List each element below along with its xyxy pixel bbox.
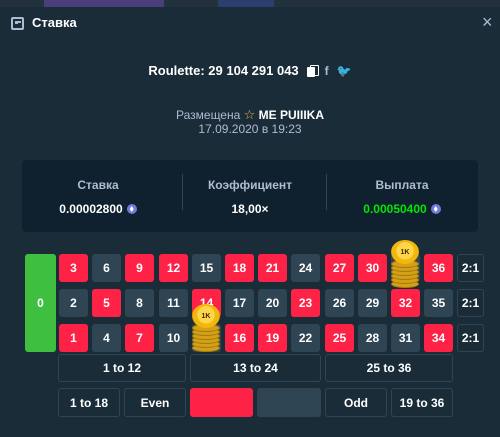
column-bet-middle[interactable]: 2:1 xyxy=(457,289,484,317)
roulette-board: 0 2:1 2:1 2:1 1 to 12 13 to 24 25 to 36 … xyxy=(0,240,500,437)
number-cell-30[interactable]: 30 xyxy=(358,254,387,282)
multiplier-amount: 18,00× xyxy=(231,202,269,216)
placed-by: Размещена ☆ ME PUIIIKA xyxy=(0,107,500,123)
banner-thumb xyxy=(44,0,164,7)
copy-icon[interactable] xyxy=(306,64,319,77)
chip-stack: 1K xyxy=(192,304,220,352)
number-cell-27[interactable]: 27 xyxy=(325,254,354,282)
placed-label: Размещена xyxy=(176,108,241,122)
banner-thumb xyxy=(218,0,274,7)
even-bet-button[interactable]: Even xyxy=(124,388,186,417)
number-cell-26[interactable]: 26 xyxy=(325,289,354,317)
facebook-icon[interactable]: f xyxy=(325,64,329,78)
game-id-line: Roulette: 29 104 291 043 f 🐦 xyxy=(0,63,500,83)
number-cell-35[interactable]: 35 xyxy=(424,289,453,317)
number-cell-28[interactable]: 28 xyxy=(358,324,387,352)
number-cell-3[interactable]: 3 xyxy=(59,254,88,282)
number-cell-5[interactable]: 5 xyxy=(92,289,121,317)
top-strip xyxy=(0,0,500,7)
red-bet-button[interactable] xyxy=(190,388,253,417)
number-cell-7[interactable]: 7 xyxy=(125,324,154,352)
modal-header: Ставка × xyxy=(0,7,500,40)
game-id: Roulette: 29 104 291 043 xyxy=(148,63,299,78)
number-cell-6[interactable]: 6 xyxy=(92,254,121,282)
placed-date: 17.09.2020 в 19:23 xyxy=(198,122,302,136)
column-bet-top[interactable]: 2:1 xyxy=(457,254,484,282)
eth-coin-icon xyxy=(126,204,137,214)
number-cell-23[interactable]: 23 xyxy=(291,289,320,317)
number-cell-11[interactable]: 11 xyxy=(159,289,188,317)
black-bet-button[interactable] xyxy=(257,388,321,417)
bet-amount: 0.00002800 xyxy=(59,202,123,216)
number-cell-0[interactable]: 0 xyxy=(25,254,56,352)
number-cell-8[interactable]: 8 xyxy=(125,289,154,317)
number-cell-21[interactable]: 21 xyxy=(258,254,287,282)
number-cell-17[interactable]: 17 xyxy=(225,289,254,317)
number-cell-24[interactable]: 24 xyxy=(291,254,320,282)
multiplier-value: 18,00× xyxy=(231,202,268,216)
number-cell-22[interactable]: 22 xyxy=(291,324,320,352)
low-bet-button[interactable]: 1 to 18 xyxy=(58,388,120,417)
number-cell-29[interactable]: 29 xyxy=(358,289,387,317)
bet-label: Ставка xyxy=(77,178,119,192)
odd-bet-button[interactable]: Odd xyxy=(325,388,387,417)
number-cell-31[interactable]: 31 xyxy=(391,324,420,352)
number-cell-36[interactable]: 36 xyxy=(424,254,453,282)
number-cell-19[interactable]: 19 xyxy=(258,324,287,352)
multiplier-stat: Коэффициент 18,00× xyxy=(174,160,326,232)
high-bet-button[interactable]: 19 to 36 xyxy=(391,388,453,417)
dozen-1-button[interactable]: 1 to 12 xyxy=(58,354,186,382)
payout-stat: Выплата 0.00050400 xyxy=(326,160,478,232)
number-cell-15[interactable]: 15 xyxy=(192,254,221,282)
chip-1k-icon: 1K xyxy=(391,240,419,264)
payout-value: 0.00050400 xyxy=(363,202,441,216)
number-cell-9[interactable]: 9 xyxy=(125,254,154,282)
number-cell-2[interactable]: 2 xyxy=(59,289,88,317)
bet-amount-stat: Ставка 0.00002800 xyxy=(22,160,174,232)
number-cell-32[interactable]: 32 xyxy=(391,289,420,317)
chip-stack: 1K xyxy=(391,240,419,288)
number-cell-4[interactable]: 4 xyxy=(92,324,121,352)
bet-value: 0.00002800 xyxy=(59,202,137,216)
number-cell-20[interactable]: 20 xyxy=(258,289,287,317)
number-cell-12[interactable]: 12 xyxy=(159,254,188,282)
bet-slip-icon xyxy=(11,17,24,30)
chip-1k-icon: 1K xyxy=(192,304,220,328)
username-link[interactable]: ME PUIIIKA xyxy=(259,108,324,122)
number-cell-10[interactable]: 10 xyxy=(159,324,188,352)
eth-coin-icon xyxy=(430,204,441,214)
dozen-3-button[interactable]: 25 to 36 xyxy=(325,354,453,382)
modal-title: Ставка xyxy=(32,15,77,30)
number-cell-18[interactable]: 18 xyxy=(225,254,254,282)
column-bet-bottom[interactable]: 2:1 xyxy=(457,324,484,352)
payout-label: Выплата xyxy=(375,178,429,192)
multiplier-label: Коэффициент xyxy=(207,178,293,192)
close-icon[interactable]: × xyxy=(482,13,493,31)
dozen-2-button[interactable]: 13 to 24 xyxy=(190,354,321,382)
twitter-icon[interactable]: 🐦 xyxy=(337,64,352,78)
star-icon: ☆ xyxy=(243,107,256,122)
number-cell-1[interactable]: 1 xyxy=(59,324,88,352)
bet-stats-panel: Ставка 0.00002800 Коэффициент 18,00× Вып… xyxy=(22,160,478,232)
payout-amount: 0.00050400 xyxy=(363,202,427,216)
number-cell-16[interactable]: 16 xyxy=(225,324,254,352)
number-cell-34[interactable]: 34 xyxy=(424,324,453,352)
number-cell-25[interactable]: 25 xyxy=(325,324,354,352)
